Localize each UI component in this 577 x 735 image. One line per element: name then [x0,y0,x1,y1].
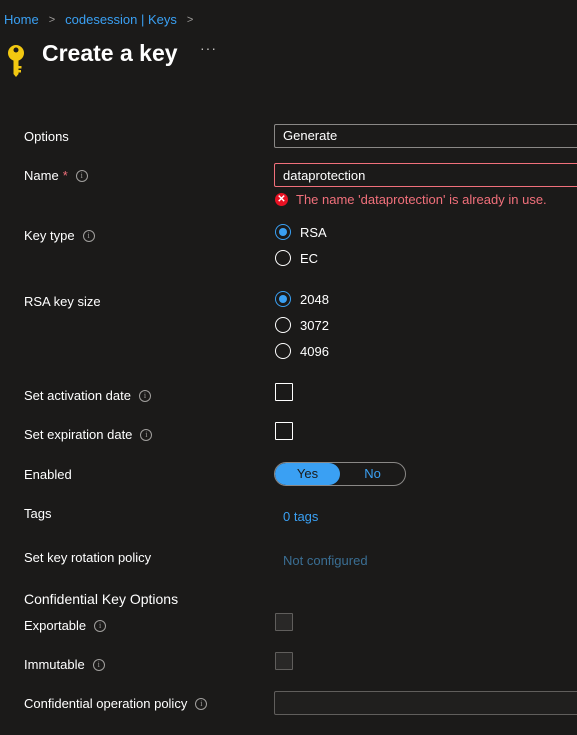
rsa-key-size-label: RSA key size [24,294,101,309]
enabled-yes-option[interactable]: Yes [275,463,340,485]
rsa-key-size-label-text: RSA key size [24,294,101,309]
key-type-radio-ec[interactable]: EC [275,250,318,266]
exportable-label-text: Exportable [24,618,87,633]
more-options-button[interactable]: ··· [200,40,217,56]
rsa-size-radio-3072[interactable]: 3072 [275,317,329,333]
rsa-size-radio-4096[interactable]: 4096 [275,343,329,359]
tags-label-text: Tags [24,506,52,521]
tags-label: Tags [24,506,51,521]
activation-date-label-text: Set activation date [24,388,131,403]
chevron-right-icon: > [186,13,194,26]
enabled-label: Enabled [24,467,72,482]
immutable-checkbox [275,652,293,670]
confidential-section-title: Confidential Key Options [24,591,179,607]
breadcrumb-home[interactable]: Home [4,12,39,27]
page-title: Create a key [42,40,178,66]
breadcrumb: Home > codesession | Keys > [4,12,203,27]
expiration-date-checkbox[interactable] [275,422,293,440]
radio-label: EC [300,250,319,266]
radio-label: 3072 [300,317,329,333]
options-select[interactable]: Generate [274,124,577,148]
rotation-policy-label: Set key rotation policy [24,550,151,565]
options-label-text: Options [24,129,69,144]
radio-unchecked-icon [275,250,291,266]
radio-checked-icon [275,291,291,307]
tags-link[interactable]: 0 tags [283,509,318,524]
options-label: Options [24,129,69,144]
info-icon[interactable]: i [92,658,105,671]
name-label: Name * i [24,168,88,183]
key-type-radio-rsa[interactable]: RSA [275,224,327,240]
key-icon [8,45,24,77]
radio-label: RSA [300,224,327,240]
name-label-text: Name [24,168,59,183]
rsa-size-radio-2048[interactable]: 2048 [275,291,329,307]
rotation-policy-link[interactable]: Not configured [283,553,368,568]
expiration-date-label: Set expiration date i [24,427,153,442]
radio-label: 4096 [300,343,329,359]
info-icon[interactable]: i [140,428,153,441]
radio-label: 2048 [300,291,329,307]
activation-date-checkbox[interactable] [275,383,293,401]
radio-checked-icon [275,224,291,240]
immutable-label-text: Immutable [24,657,85,672]
chevron-right-icon: > [48,13,56,26]
radio-unchecked-icon [275,343,291,359]
activation-date-label: Set activation date i [24,388,151,403]
info-icon[interactable]: i [75,169,88,182]
name-error: ✕ The name 'dataprotection' is already i… [275,192,547,207]
key-type-label-text: Key type [24,228,75,243]
exportable-checkbox [275,613,293,631]
enabled-no-option[interactable]: No [340,463,405,485]
name-error-text: The name 'dataprotection' is already in … [296,192,547,207]
name-input[interactable] [274,163,577,187]
info-icon[interactable]: i [82,229,95,242]
key-type-label: Key type i [24,228,95,243]
enabled-label-text: Enabled [24,467,72,482]
info-icon[interactable]: i [138,389,151,402]
error-icon: ✕ [275,193,288,206]
breadcrumb-keys[interactable]: codesession | Keys [65,12,177,27]
info-icon[interactable]: i [94,619,107,632]
exportable-label: Exportable i [24,618,107,633]
options-select-value: Generate [283,128,338,143]
operation-policy-label-text: Confidential operation policy [24,696,188,711]
expiration-date-label-text: Set expiration date [24,427,133,442]
required-marker: * [62,168,68,183]
radio-unchecked-icon [275,317,291,333]
operation-policy-input[interactable] [274,691,577,715]
info-icon[interactable]: i [195,697,208,710]
rotation-policy-label-text: Set key rotation policy [24,550,152,565]
enabled-toggle[interactable]: Yes No [274,462,406,486]
operation-policy-label: Confidential operation policy i [24,696,208,711]
immutable-label: Immutable i [24,657,105,672]
